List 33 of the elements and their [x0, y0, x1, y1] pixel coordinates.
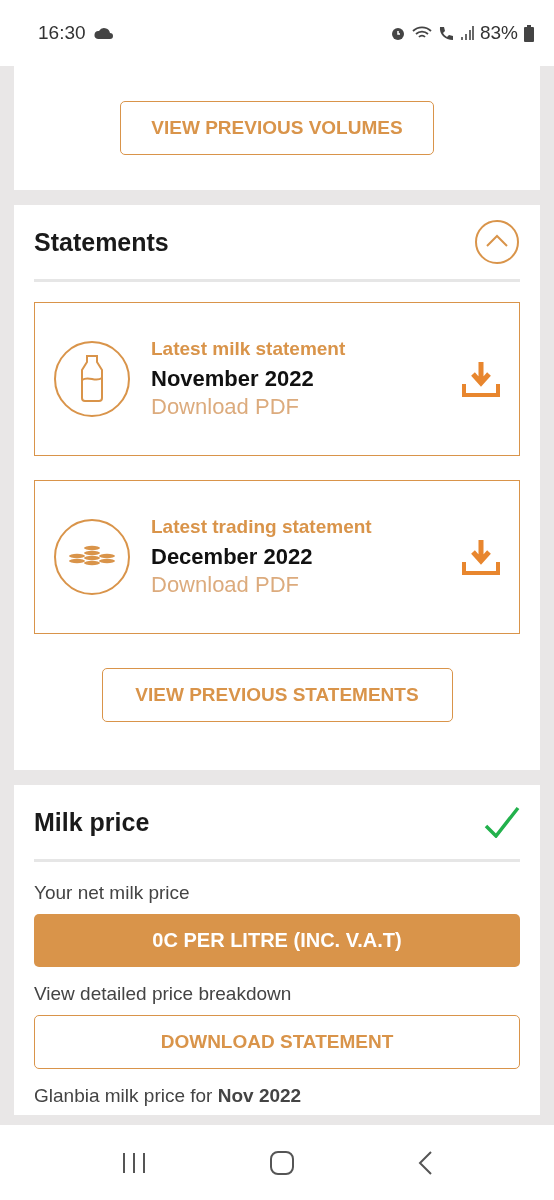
view-previous-volumes-button[interactable]: VIEW PREVIOUS VOLUMES — [120, 101, 434, 155]
status-time: 16:30 — [38, 22, 86, 44]
statement-label: Latest milk statement — [151, 338, 347, 360]
battery-percent: 83% — [479, 22, 518, 44]
view-previous-statements-button[interactable]: VIEW PREVIOUS STATEMENTS — [101, 668, 453, 722]
coins-icon — [53, 518, 131, 596]
download-pdf-link[interactable]: Download PDF — [151, 394, 441, 420]
back-icon — [417, 1149, 433, 1176]
section-title: Milk price — [34, 807, 150, 837]
statement-card[interactable]: Latest milk statement November 2022 Download PDF — [34, 302, 520, 456]
breakdown-label: View detailed price breakdown — [34, 983, 293, 1005]
battery-icon — [524, 24, 534, 42]
statement-card[interactable]: Latest trading statement December 2022 Download PDF — [34, 480, 520, 634]
net-price-label: Your net milk price — [34, 882, 191, 904]
statement-period: December 2022 — [151, 544, 314, 570]
signal-icon — [459, 25, 474, 41]
download-statement-button[interactable]: DOWNLOAD STATEMENT — [34, 1015, 520, 1069]
check-icon — [484, 806, 520, 838]
chevron-up-icon — [474, 219, 520, 265]
call-icon — [437, 25, 454, 41]
net-price-bar: 0C PER LITRE (INC. V.A.T) — [34, 914, 520, 967]
home-icon — [269, 1149, 295, 1176]
cloud-icon — [93, 27, 114, 39]
download-pdf-link[interactable]: Download PDF — [151, 572, 441, 598]
milk-bottle-icon — [53, 340, 131, 418]
statement-label: Latest trading statement — [151, 516, 373, 538]
recent-apps-icon — [121, 1150, 147, 1175]
section-title: Statements — [34, 227, 169, 257]
download-icon — [461, 537, 501, 577]
glanbia-price-label: Glanbia milk price for Nov 2022 — [34, 1085, 303, 1107]
download-icon — [461, 359, 501, 399]
alarm-icon — [389, 25, 406, 41]
statement-period: November 2022 — [151, 366, 315, 392]
